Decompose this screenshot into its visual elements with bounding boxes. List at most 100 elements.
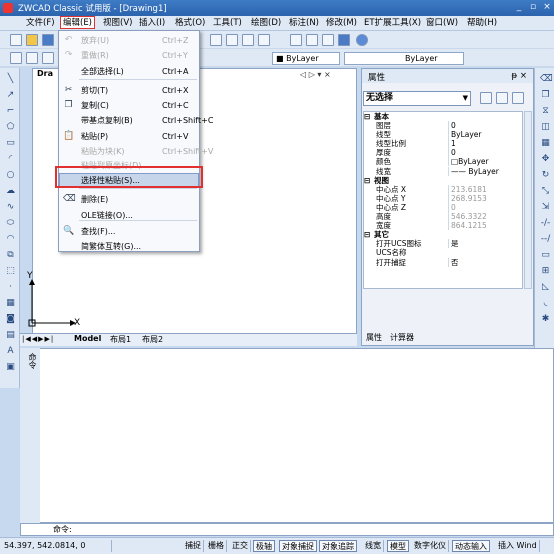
- property-value[interactable]: —— ByLayer: [448, 166, 522, 176]
- maximize-button[interactable]: ▫: [527, 2, 539, 13]
- property-row[interactable]: 线宽 —— ByLayer: [364, 166, 522, 176]
- move-icon[interactable]: ✥: [540, 154, 551, 165]
- ray-icon[interactable]: ↗: [5, 90, 16, 101]
- menu-insert[interactable]: 插入(I): [137, 17, 167, 30]
- tab-layout1[interactable]: 布局1: [110, 334, 131, 345]
- otrack-toggle[interactable]: 对象追踪: [319, 540, 357, 552]
- menu-item[interactable]: 带基点复制(B) Ctrl+Shift+C: [59, 113, 213, 128]
- erase-icon[interactable]: ⌫: [540, 74, 553, 85]
- menu-help[interactable]: 帮助(H): [465, 17, 499, 30]
- property-value[interactable]: 213.6181: [448, 184, 522, 194]
- offset-icon[interactable]: ◫: [540, 122, 551, 133]
- insert-block-icon[interactable]: ⧉: [5, 250, 16, 261]
- property-row[interactable]: 中心点 Y 268.9153: [364, 193, 522, 203]
- tab-properties[interactable]: 属性: [366, 332, 382, 343]
- make-block-icon[interactable]: ⬚: [5, 266, 16, 277]
- property-value[interactable]: 1: [448, 139, 522, 149]
- tablet-toggle[interactable]: 数字化仪: [412, 540, 449, 552]
- menu-item[interactable]: ✂ 剪切(T) Ctrl+X: [59, 83, 199, 98]
- property-value[interactable]: 546.3322: [448, 212, 522, 222]
- menu-item[interactable]: 简繁体互转(G)...: [59, 239, 199, 254]
- minimize-button[interactable]: _: [513, 2, 525, 13]
- tab-calculator[interactable]: 计算器: [390, 332, 414, 343]
- hatch-icon[interactable]: ▦: [5, 298, 16, 309]
- collapse-icon[interactable]: ⊟: [364, 176, 370, 185]
- polar-toggle[interactable]: 极轴: [253, 540, 275, 552]
- menu-dimension[interactable]: 标注(N): [287, 17, 321, 30]
- filter-icon[interactable]: [512, 92, 524, 104]
- region-icon[interactable]: ◙: [5, 314, 16, 325]
- menu-edit[interactable]: 编辑(E): [60, 16, 96, 29]
- arc-icon[interactable]: ◜: [5, 154, 16, 165]
- break-icon[interactable]: ▭: [540, 250, 551, 261]
- rectangle-icon[interactable]: ▭: [5, 138, 16, 149]
- array-icon[interactable]: ▦: [540, 138, 551, 149]
- property-section[interactable]: ⊟ 其它: [364, 230, 522, 239]
- lineweight-toggle[interactable]: 线宽: [363, 540, 384, 552]
- layer-previous-icon[interactable]: [42, 52, 54, 64]
- property-value[interactable]: 0: [448, 202, 522, 212]
- open-folder-icon[interactable]: [26, 34, 38, 46]
- menu-item[interactable]: 全部选择(L) Ctrl+A: [59, 64, 199, 79]
- chamfer-icon[interactable]: ◺: [540, 282, 551, 293]
- property-row[interactable]: 线型比例 1: [364, 139, 522, 149]
- revcloud-icon[interactable]: ☁: [5, 186, 16, 197]
- property-value[interactable]: 否: [448, 257, 522, 267]
- zoom-realtime-icon[interactable]: [226, 34, 238, 46]
- layer-manager-icon[interactable]: [10, 52, 22, 64]
- color-combo[interactable]: ■ ByLayer: [272, 52, 340, 65]
- design-center-icon[interactable]: [306, 34, 318, 46]
- menu-view[interactable]: 视图(V): [101, 17, 134, 30]
- ellipse-icon[interactable]: ⬭: [5, 218, 16, 229]
- property-row[interactable]: 中心点 X 213.6181: [364, 184, 522, 194]
- menu-format[interactable]: 格式(O): [173, 17, 207, 30]
- tab-model[interactable]: Model: [74, 334, 101, 343]
- explode-icon[interactable]: ✱: [540, 314, 551, 325]
- menu-tools[interactable]: 工具(T): [211, 17, 244, 30]
- line-icon[interactable]: ╲: [5, 74, 16, 85]
- menu-item[interactable]: 📋 粘贴(P) Ctrl+V: [59, 129, 199, 144]
- point-icon[interactable]: ⋅: [5, 282, 16, 293]
- menu-item[interactable]: OLE链接(O)...: [59, 208, 199, 223]
- command-input[interactable]: 命令:: [20, 523, 554, 536]
- osnap-toggle[interactable]: 对象捕捉: [279, 540, 317, 552]
- property-row[interactable]: 颜色 □ByLayer: [364, 157, 522, 167]
- zoom-window-icon[interactable]: [242, 34, 254, 46]
- rotate-icon[interactable]: ↻: [540, 170, 551, 181]
- zoom-previous-icon[interactable]: [258, 34, 270, 46]
- mirror-icon[interactable]: ⧖: [540, 106, 551, 117]
- menu-item[interactable]: ❐ 复制(C) Ctrl+C: [59, 98, 199, 113]
- mtext-icon[interactable]: A: [5, 346, 16, 357]
- drawing-window-controls[interactable]: ◁ ▷ ▾ ×: [300, 70, 331, 79]
- menu-modify[interactable]: 修改(M): [324, 17, 359, 30]
- pan-icon[interactable]: [210, 34, 222, 46]
- polygon-icon[interactable]: ⬠: [5, 122, 16, 133]
- close-button[interactable]: ×: [541, 2, 553, 13]
- tab-nav-icon[interactable]: |◀◀▶▶|: [22, 335, 54, 343]
- tool-palette-icon[interactable]: [322, 34, 334, 46]
- polyline-icon[interactable]: ⌐: [5, 106, 16, 117]
- property-section[interactable]: ⊟ 基本: [364, 112, 522, 121]
- property-row[interactable]: 打开捕捉 否: [364, 257, 522, 267]
- extend-icon[interactable]: --/: [540, 234, 551, 245]
- properties-scrollbar[interactable]: [524, 111, 532, 289]
- help-icon[interactable]: [356, 34, 368, 46]
- properties-icon[interactable]: [290, 34, 302, 46]
- table-icon[interactable]: ▤: [5, 330, 16, 341]
- property-value[interactable]: □ByLayer: [448, 157, 522, 167]
- property-value[interactable]: 268.9153: [448, 193, 522, 203]
- property-value[interactable]: ByLayer: [448, 130, 522, 140]
- select-objects-icon[interactable]: [496, 92, 508, 104]
- property-row[interactable]: 宽度 864.1215: [364, 221, 522, 231]
- scale-icon[interactable]: ⤡: [540, 186, 551, 197]
- property-value[interactable]: 0: [448, 121, 522, 131]
- join-icon[interactable]: ⊞: [540, 266, 551, 277]
- menu-item[interactable]: ⌫ 删除(E): [59, 192, 199, 207]
- trim-icon[interactable]: -/-: [540, 218, 551, 229]
- save-icon[interactable]: [42, 34, 54, 46]
- ortho-toggle[interactable]: 正交: [230, 540, 251, 552]
- copy-object-icon[interactable]: ❐: [540, 90, 551, 101]
- quick-select-icon[interactable]: [480, 92, 492, 104]
- model-toggle[interactable]: 模型: [387, 540, 409, 552]
- property-row[interactable]: 图层 0: [364, 121, 522, 131]
